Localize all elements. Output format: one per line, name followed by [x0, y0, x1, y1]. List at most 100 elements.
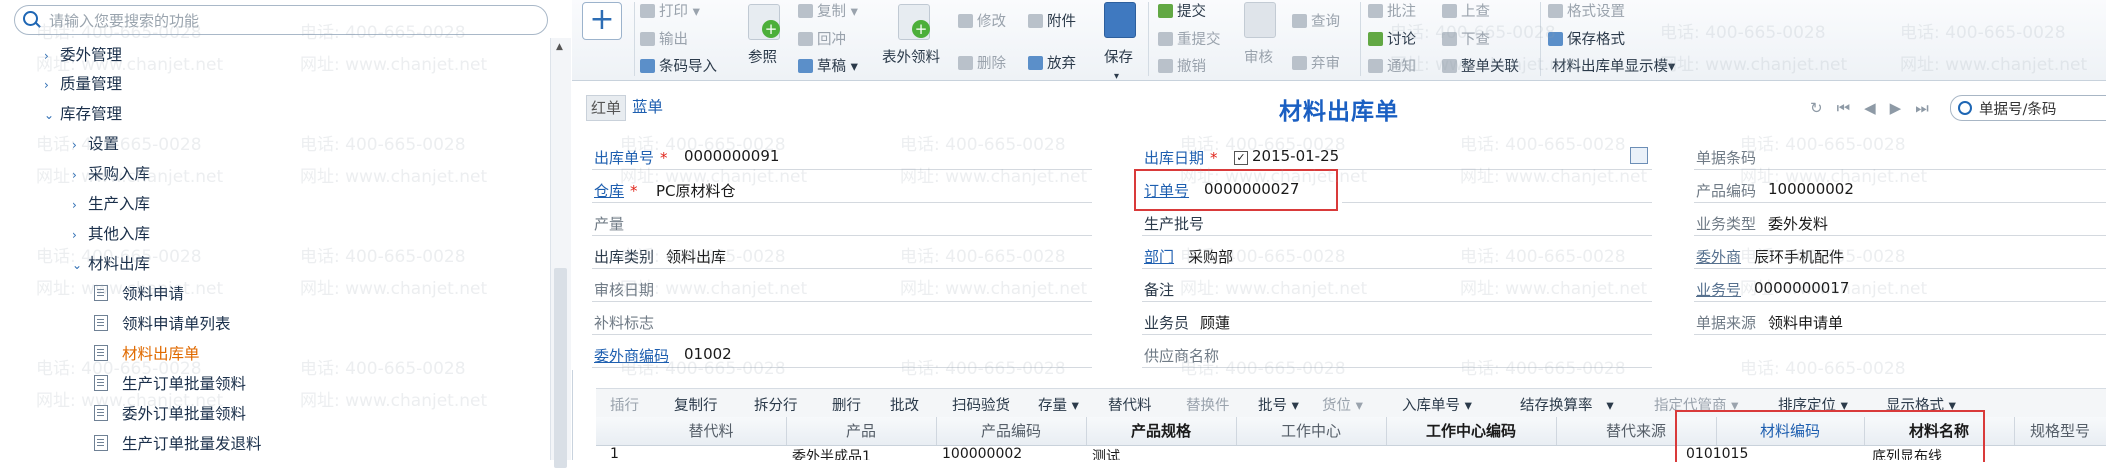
salesman-field[interactable]: 顾蓮	[1200, 312, 1230, 333]
source-field[interactable]: 领料申请单	[1768, 312, 1843, 333]
attachment-button[interactable]: 附件	[1028, 10, 1076, 31]
bill-search-input[interactable]: 单据号/条码	[1979, 98, 2056, 119]
delete-row-button[interactable]: 删行	[832, 394, 861, 415]
prev-record-icon[interactable]: ◀	[1864, 99, 1890, 117]
modify-button[interactable]: 修改	[958, 10, 1006, 31]
discuss-button[interactable]: 讨论	[1368, 28, 1416, 49]
dept-label[interactable]: 部门	[1144, 246, 1174, 267]
sidebar-item-purchase-in[interactable]: › 采购入库	[72, 161, 150, 187]
batch-no-button[interactable]: 批号 ▾	[1258, 394, 1299, 415]
checkbox-icon[interactable]: ✓	[1234, 151, 1248, 165]
approve-note-button[interactable]: 批注	[1368, 0, 1416, 21]
product-code-field[interactable]: 100000002	[1768, 180, 1854, 198]
sidebar-item-production-in[interactable]: › 生产入库	[72, 191, 150, 217]
warehouse-label[interactable]: 仓库 *	[594, 180, 638, 201]
sidebar-item-pick-request[interactable]: 领料申请	[94, 281, 184, 307]
vendor-code-label[interactable]: 委外商编码	[594, 345, 669, 366]
order-no-label[interactable]: 订单号	[1144, 180, 1189, 201]
first-record-icon[interactable]: ⏮	[1837, 99, 1865, 117]
link-all-button[interactable]: 整单关联	[1442, 55, 1519, 76]
scroll-up-icon[interactable]: ▲	[556, 42, 563, 52]
biz-type-field[interactable]: 委外发料	[1768, 213, 1828, 234]
sidebar-item-outsource-batch-pick[interactable]: 委外订单批量领料	[94, 401, 246, 427]
draft-button[interactable]: 草稿 ▾	[798, 55, 858, 76]
bill-search[interactable]: 单据号/条码	[1950, 95, 2106, 121]
table-row[interactable]: 1 委外半成品1 100000002 测试 0101015 底列显布线	[596, 446, 2106, 460]
add-button[interactable]: +	[582, 2, 622, 40]
sidebar-item-outsourcing[interactable]: › 委外管理	[44, 42, 122, 68]
vendor-field[interactable]: 辰环手机配件	[1754, 246, 1844, 267]
resubmit-button[interactable]: 重提交	[1158, 28, 1221, 49]
next-record-icon[interactable]: ▶	[1890, 99, 1916, 117]
biz-no-label[interactable]: 业务号	[1696, 279, 1741, 300]
cell-product-spec[interactable]: 测试	[1092, 446, 1120, 460]
conversion-rate-button[interactable]: 结存换算率 ▾	[1520, 394, 1614, 415]
sidebar-item-prod-order-batch-pick[interactable]: 生产订单批量领料	[94, 371, 246, 397]
order-no-field[interactable]: 0000000027	[1204, 180, 1299, 198]
next-query-button[interactable]: 下查	[1442, 28, 1490, 49]
print-button[interactable]: 打印 ▾	[640, 0, 700, 21]
col-product-code[interactable]: 产品编码	[936, 417, 1087, 445]
calendar-icon[interactable]	[1630, 147, 1648, 164]
col-product-spec[interactable]: 产品规格	[1086, 417, 1237, 445]
stock-button[interactable]: 存量 ▾	[1038, 394, 1079, 415]
substitute-button[interactable]: 替代料	[1108, 394, 1152, 415]
in-bill-no-button[interactable]: 入库单号 ▾	[1402, 394, 1472, 415]
cell-material-name[interactable]: 底列显布线	[1872, 446, 1942, 460]
vendor-code-field[interactable]: 01002	[684, 345, 732, 363]
copy-button[interactable]: 复制 ▾	[798, 0, 858, 21]
insert-row-button[interactable]: 插行	[610, 394, 639, 415]
dept-field[interactable]: 采购部	[1188, 246, 1233, 267]
refresh-icon[interactable]: ↻	[1810, 99, 1837, 117]
col-product[interactable]: 产品	[786, 417, 937, 445]
scan-check-button[interactable]: 扫码验货	[952, 394, 1010, 415]
sidebar-item-settings[interactable]: › 设置	[72, 131, 119, 157]
barcode-import-button[interactable]: 条码导入	[640, 55, 717, 76]
col-work-center-code[interactable]: 工作中心编码	[1386, 417, 1557, 445]
save-button[interactable]: 保存 ▾	[1104, 46, 1133, 83]
sidebar-item-prod-order-batch-return[interactable]: 生产订单批量发退料	[94, 431, 262, 457]
submit-button[interactable]: 提交	[1158, 0, 1206, 21]
copy-row-button[interactable]: 复制行	[674, 394, 718, 415]
sidebar-scrollbar[interactable]: ▲	[550, 38, 571, 468]
sidebar-item-material-out[interactable]: ⌄ 材料出库	[72, 251, 150, 277]
cell-material-code[interactable]: 0101015	[1686, 446, 1748, 460]
out-type-field[interactable]: 领料出库	[666, 246, 726, 267]
split-row-button[interactable]: 拆分行	[754, 394, 798, 415]
audit-button[interactable]: 审核	[1244, 46, 1273, 67]
sidebar-item-pick-request-list[interactable]: 领料申请单列表	[94, 311, 231, 337]
biz-no-field[interactable]: 0000000017	[1754, 279, 1849, 297]
col-substitute[interactable]: 替代料	[636, 417, 787, 445]
cell-product-code[interactable]: 100000002	[942, 446, 1022, 460]
format-setting-button[interactable]: 格式设置	[1548, 0, 1625, 21]
scrollbar-thumb[interactable]	[554, 268, 567, 468]
query-button[interactable]: 查询	[1292, 10, 1340, 31]
prev-query-button[interactable]: 上查	[1442, 0, 1490, 21]
sidebar-item-inventory[interactable]: ⌄ 库存管理	[44, 101, 122, 127]
function-search-input[interactable]: 请输入您要搜索的功能	[49, 10, 199, 31]
reference-button[interactable]: 参照	[748, 46, 777, 67]
discard-button[interactable]: 放弃	[1028, 52, 1076, 73]
function-search[interactable]: 请输入您要搜索的功能	[14, 5, 548, 35]
withdraw-button[interactable]: 撤销	[1158, 55, 1206, 76]
save-format-button[interactable]: 保存格式	[1548, 28, 1625, 49]
notify-button[interactable]: 通知	[1368, 55, 1416, 76]
col-work-center[interactable]: 工作中心	[1236, 417, 1387, 445]
vendor-label[interactable]: 委外商	[1696, 246, 1741, 267]
display-template-select[interactable]: 材料出库单显示模▾	[1552, 55, 1675, 76]
sidebar-item-quality[interactable]: › 质量管理	[44, 71, 122, 97]
abandon-audit-button[interactable]: 弃审	[1292, 52, 1340, 73]
out-date-field[interactable]: ✓ 2015-01-25	[1234, 147, 1339, 165]
warehouse-field[interactable]: PC原材料仓	[656, 180, 736, 201]
sidebar-item-material-out-bill[interactable]: 材料出库单	[94, 341, 200, 367]
outside-pick-button[interactable]: 表外领料	[882, 46, 940, 67]
batch-edit-button[interactable]: 批改	[890, 394, 919, 415]
write-back-button[interactable]: 回冲	[798, 28, 846, 49]
delete-button[interactable]: 删除	[958, 52, 1006, 73]
last-record-icon[interactable]: ⏭	[1915, 99, 1943, 117]
export-button[interactable]: 输出	[640, 28, 688, 49]
sidebar-item-other-in[interactable]: › 其他入库	[72, 221, 150, 247]
cell-product[interactable]: 委外半成品1	[792, 446, 871, 460]
location-button[interactable]: 货位 ▾	[1322, 394, 1363, 415]
out-no-field[interactable]: 0000000091	[684, 147, 779, 165]
